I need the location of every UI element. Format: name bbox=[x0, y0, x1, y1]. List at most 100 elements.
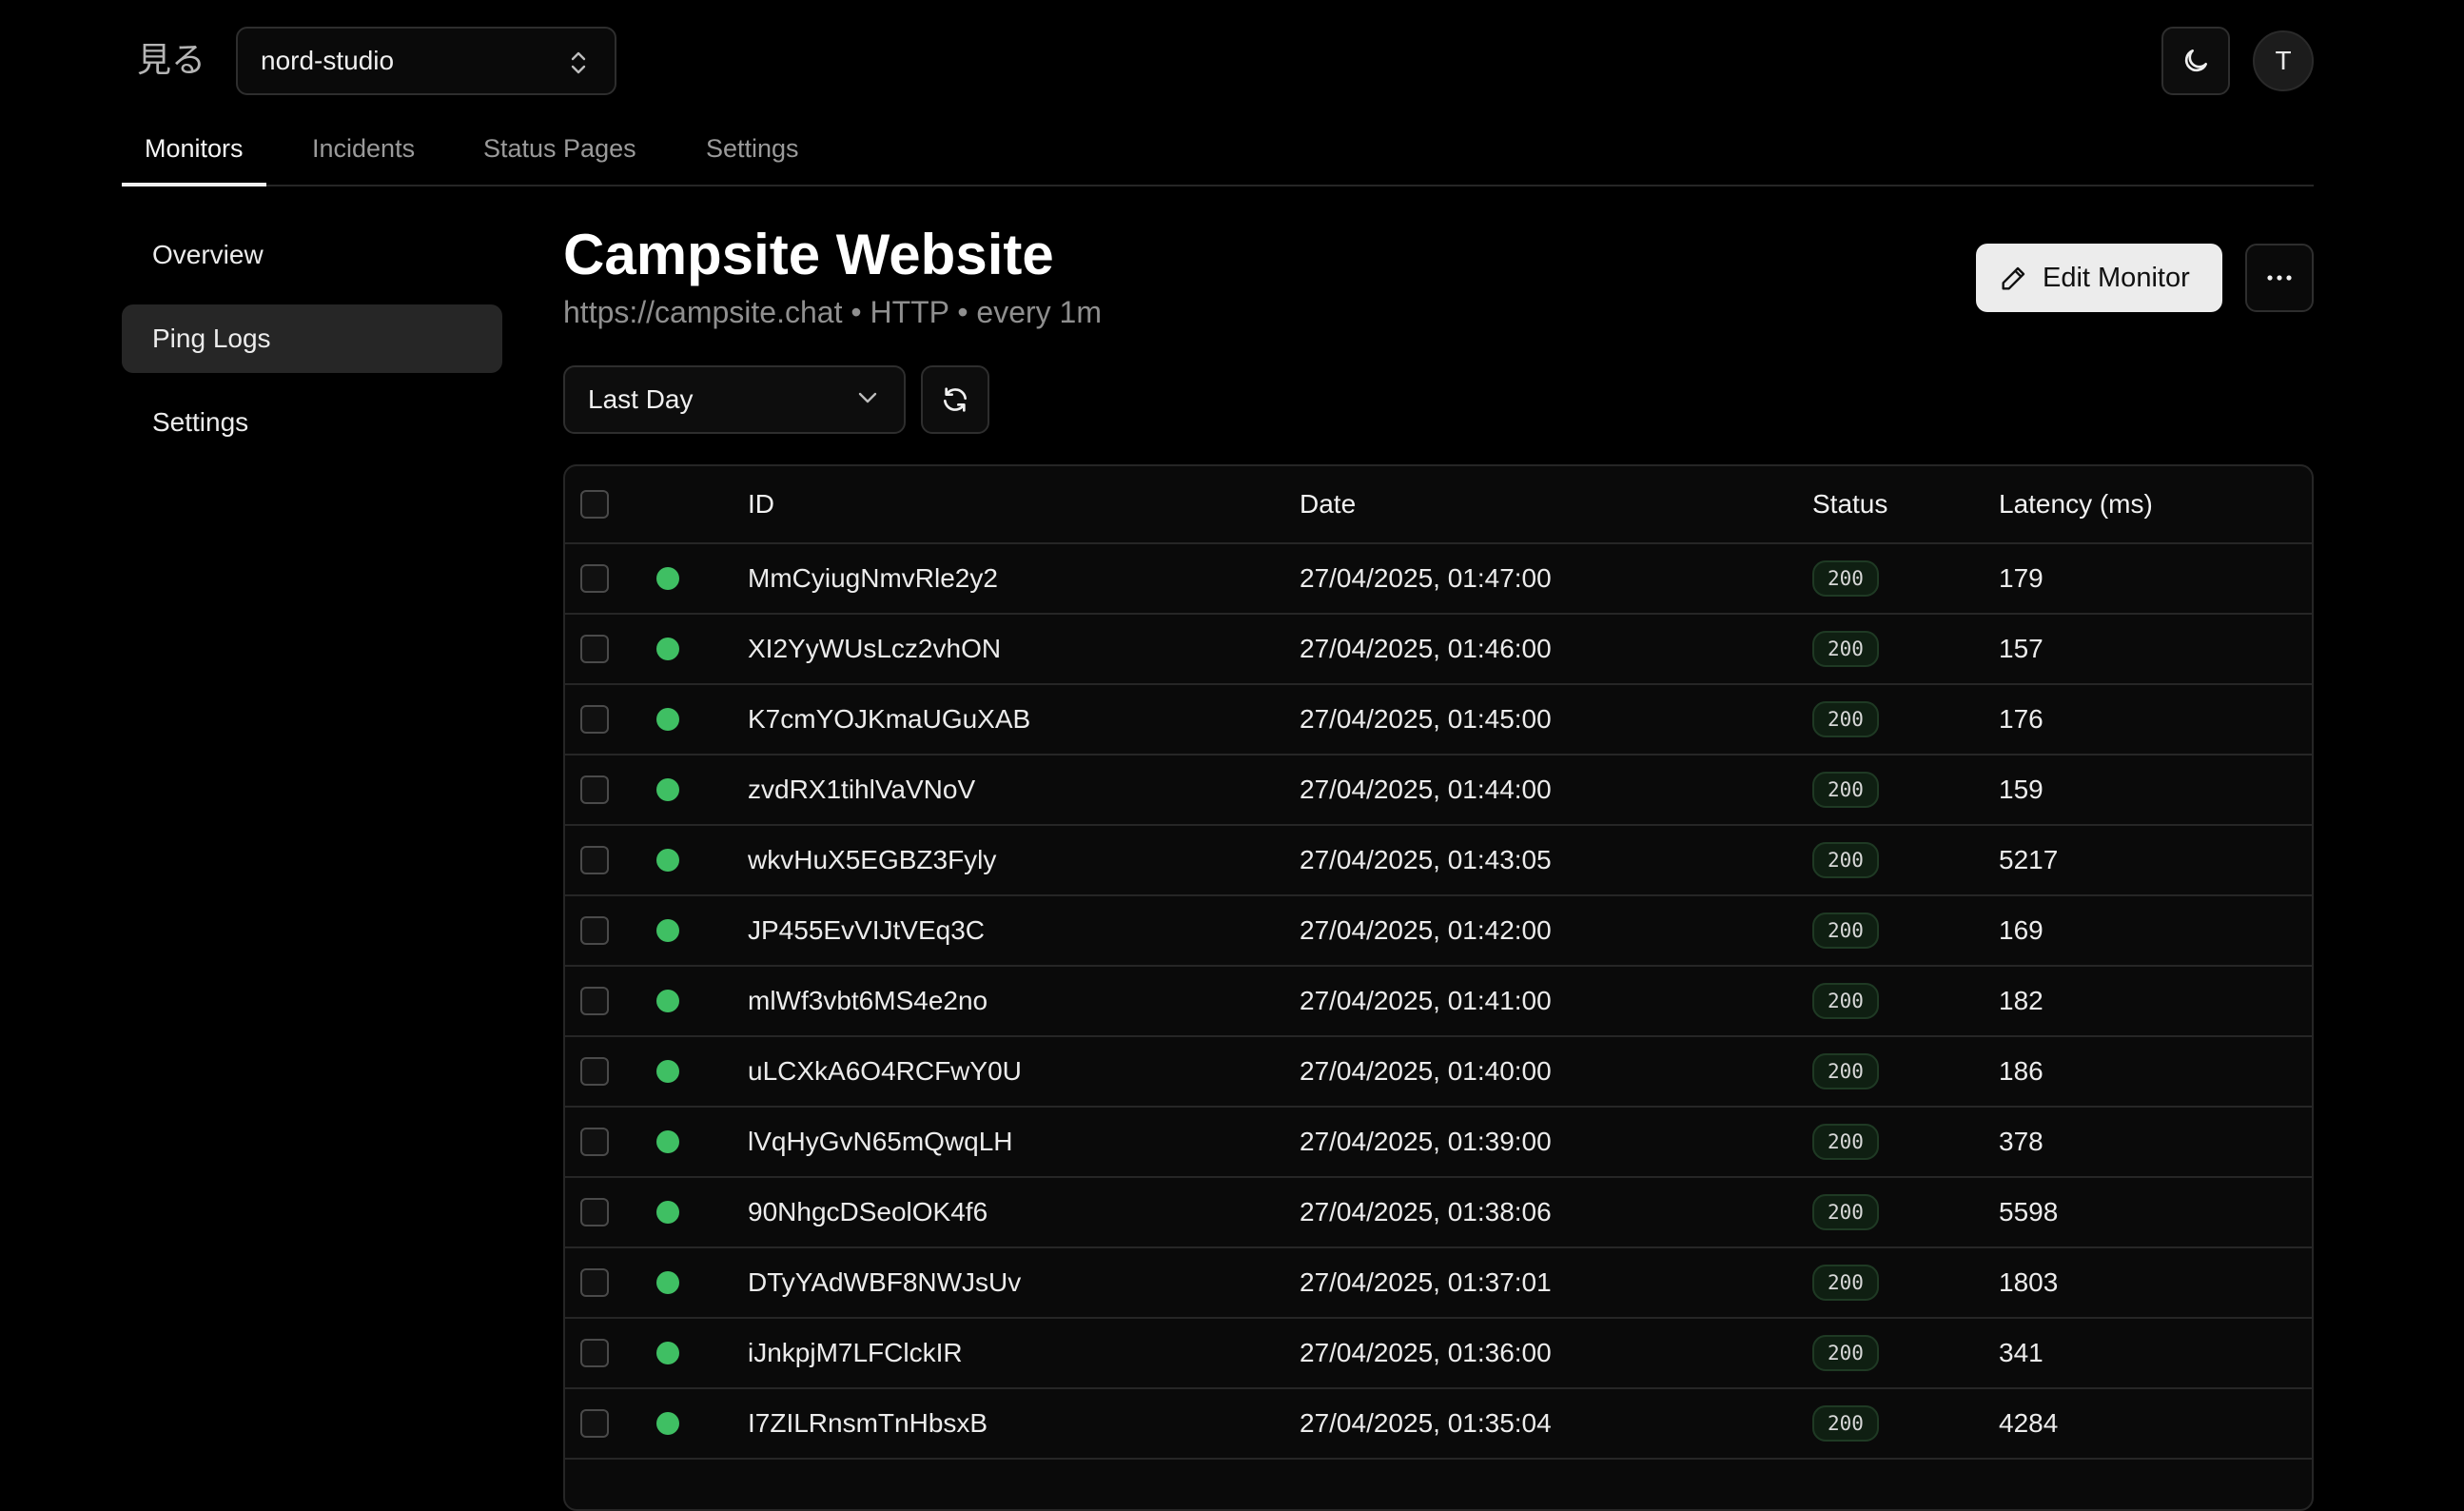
user-avatar[interactable]: T bbox=[2253, 30, 2314, 91]
ping-date: 27/04/2025, 01:41:00 bbox=[1300, 986, 1552, 1015]
status-dot-cell bbox=[656, 756, 679, 824]
table-row[interactable]: mlWf3vbt6MS4e2no 27/04/2025, 01:41:00 200 1… bbox=[565, 967, 2312, 1037]
status-dot-cell bbox=[656, 1248, 679, 1317]
ping-latency: 169 bbox=[1999, 915, 2044, 945]
column-header-id[interactable]: ID bbox=[748, 466, 774, 542]
table-row[interactable]: XI2YyWUsLcz2vhON 27/04/2025, 01:46:00 200 1… bbox=[565, 615, 2312, 685]
row-select-cell bbox=[580, 1319, 609, 1387]
status-dot bbox=[656, 1271, 679, 1294]
column-header-latency[interactable]: Latency (ms) bbox=[1999, 466, 2153, 542]
row-select-cell bbox=[580, 1108, 609, 1176]
table-row[interactable]: K7cmYOJKmaUGuXAB 27/04/2025, 01:45:00 200 1… bbox=[565, 685, 2312, 756]
refresh-icon bbox=[944, 387, 967, 412]
status-badge: 200 bbox=[1812, 1405, 1879, 1442]
ping-id: mlWf3vbt6MS4e2no bbox=[748, 986, 988, 1015]
row-select-cell bbox=[580, 615, 609, 683]
pencil-icon bbox=[2002, 266, 2025, 290]
row-select-cell bbox=[580, 1178, 609, 1246]
ping-logs-table: ID Date Status Latency (ms) MmCyiugNmvRl… bbox=[563, 464, 2314, 1511]
status-dot-cell bbox=[656, 896, 679, 965]
ping-id: zvdRX1tihlVaVNoV bbox=[748, 775, 976, 804]
ping-id: MmCyiugNmvRle2y2 bbox=[748, 563, 998, 593]
column-header-date[interactable]: Date bbox=[1300, 466, 1356, 542]
table-row[interactable]: DTyYAdWBF8NWJsUv 27/04/2025, 01:37:01 200 1… bbox=[565, 1248, 2312, 1319]
row-checkbox[interactable] bbox=[580, 1198, 609, 1226]
ping-latency: 176 bbox=[1999, 704, 2044, 734]
monitor-subtitle: https://campsite.chat • HTTP • every 1m bbox=[563, 295, 1102, 329]
time-range-label: Last Day bbox=[588, 384, 694, 414]
table-row[interactable]: iJnkpjM7LFClckIR 27/04/2025, 01:36:00 200 3… bbox=[565, 1319, 2312, 1389]
status-badge: 200 bbox=[1812, 772, 1879, 808]
status-badge: 200 bbox=[1812, 912, 1879, 949]
main-tabs: Monitors Incidents Status Pages Settings bbox=[122, 122, 2314, 186]
table-row[interactable]: 90NhgcDSeolOK4f6 27/04/2025, 01:38:06 200 5… bbox=[565, 1178, 2312, 1248]
table-row[interactable]: JP455EvVIJtVEq3C 27/04/2025, 01:42:00 200 1… bbox=[565, 896, 2312, 967]
sidebar-item-settings[interactable]: Settings bbox=[122, 388, 502, 457]
more-options-button[interactable] bbox=[2245, 244, 2314, 312]
ping-latency: 341 bbox=[1999, 1338, 2044, 1367]
status-cell: 200 bbox=[1812, 756, 1879, 824]
status-badge: 200 bbox=[1812, 701, 1879, 737]
refresh-button[interactable] bbox=[921, 365, 989, 434]
ping-id: K7cmYOJKmaUGuXAB bbox=[748, 704, 1031, 734]
row-checkbox[interactable] bbox=[580, 846, 609, 874]
row-select-cell bbox=[580, 896, 609, 965]
row-select-cell bbox=[580, 1389, 609, 1458]
row-checkbox[interactable] bbox=[580, 775, 609, 804]
status-badge: 200 bbox=[1812, 1265, 1879, 1301]
status-badge: 200 bbox=[1812, 560, 1879, 597]
ping-date: 27/04/2025, 01:37:01 bbox=[1300, 1267, 1552, 1297]
row-checkbox[interactable] bbox=[580, 1339, 609, 1367]
table-row[interactable]: wkvHuX5EGBZ3Fyly 27/04/2025, 01:43:05 200 5… bbox=[565, 826, 2312, 896]
row-checkbox[interactable] bbox=[580, 635, 609, 663]
row-select-cell bbox=[580, 967, 609, 1035]
row-checkbox[interactable] bbox=[580, 1409, 609, 1438]
status-dot bbox=[656, 778, 679, 801]
status-dot-cell bbox=[656, 1178, 679, 1246]
ping-date: 27/04/2025, 01:35:04 bbox=[1300, 1408, 1552, 1438]
status-dot bbox=[656, 708, 679, 731]
ping-latency: 182 bbox=[1999, 986, 2044, 1015]
org-selector[interactable]: nord-studio bbox=[236, 27, 616, 95]
status-cell: 200 bbox=[1812, 1108, 1879, 1176]
status-cell: 200 bbox=[1812, 1319, 1879, 1387]
sidebar-item-overview[interactable]: Overview bbox=[122, 221, 502, 289]
theme-toggle-button[interactable] bbox=[2161, 27, 2230, 95]
row-select-cell bbox=[580, 826, 609, 894]
column-header-status[interactable]: Status bbox=[1812, 466, 1887, 542]
time-range-select[interactable]: Last Day bbox=[563, 365, 906, 434]
row-checkbox[interactable] bbox=[580, 987, 609, 1015]
ping-date: 27/04/2025, 01:42:00 bbox=[1300, 915, 1552, 945]
ping-latency: 4284 bbox=[1999, 1408, 2059, 1438]
table-row[interactable]: I7ZILRnsmTnHbsxB 27/04/2025, 01:35:04 200 4… bbox=[565, 1389, 2312, 1460]
row-checkbox[interactable] bbox=[580, 1128, 609, 1156]
table-row[interactable]: uLCXkA6O4RCFwY0U 27/04/2025, 01:40:00 200 1… bbox=[565, 1037, 2312, 1108]
row-select-cell bbox=[580, 1037, 609, 1106]
ping-latency: 186 bbox=[1999, 1056, 2044, 1086]
table-row[interactable]: lVqHyGvN65mQwqLH 27/04/2025, 01:39:00 200 3… bbox=[565, 1108, 2312, 1178]
row-checkbox[interactable] bbox=[580, 1057, 609, 1086]
row-checkbox[interactable] bbox=[580, 564, 609, 593]
tab-settings[interactable]: Settings bbox=[683, 129, 822, 186]
status-cell: 200 bbox=[1812, 1178, 1879, 1246]
table-row[interactable]: MmCyiugNmvRle2y2 27/04/2025, 01:47:00 200 1… bbox=[565, 544, 2312, 615]
status-dot bbox=[656, 1130, 679, 1153]
table-row[interactable]: zvdRX1tihlVaVNoV 27/04/2025, 01:44:00 200 1… bbox=[565, 756, 2312, 826]
row-checkbox[interactable] bbox=[580, 916, 609, 945]
app-logo[interactable]: 見る bbox=[137, 34, 205, 88]
edit-monitor-button[interactable]: Edit Monitor bbox=[1976, 244, 2222, 312]
select-all-cell bbox=[580, 466, 609, 542]
tab-incidents[interactable]: Incidents bbox=[289, 129, 438, 186]
ping-id: wkvHuX5EGBZ3Fyly bbox=[748, 845, 997, 874]
ping-date: 27/04/2025, 01:38:06 bbox=[1300, 1197, 1552, 1226]
row-checkbox[interactable] bbox=[580, 705, 609, 734]
ping-latency: 5217 bbox=[1999, 845, 2059, 874]
sidebar-item-ping-logs[interactable]: Ping Logs bbox=[122, 304, 502, 373]
row-checkbox[interactable] bbox=[580, 1268, 609, 1297]
row-select-cell bbox=[580, 544, 609, 613]
status-dot bbox=[656, 919, 679, 942]
tab-status-pages[interactable]: Status Pages bbox=[460, 129, 659, 186]
status-dot-cell bbox=[656, 826, 679, 894]
select-all-checkbox[interactable] bbox=[580, 490, 609, 519]
tab-monitors[interactable]: Monitors bbox=[122, 129, 266, 186]
